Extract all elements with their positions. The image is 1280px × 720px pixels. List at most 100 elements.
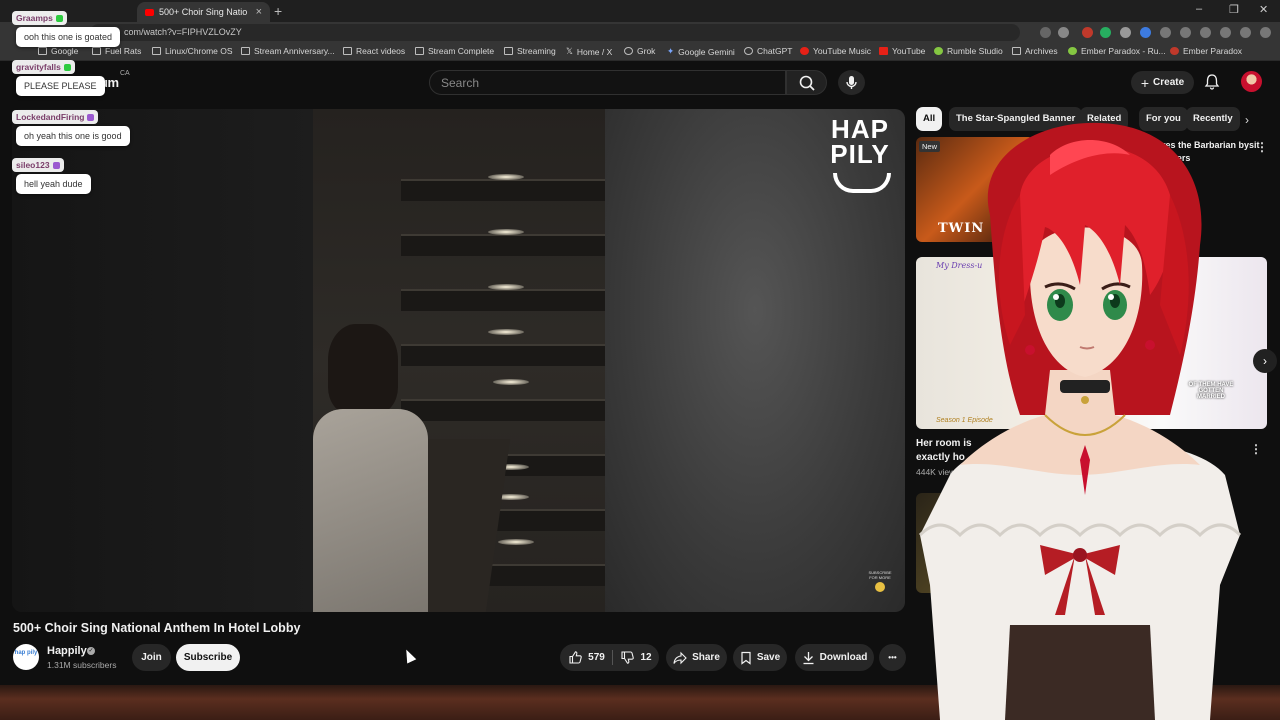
star-icon[interactable] bbox=[1058, 27, 1069, 38]
extension-icon[interactable] bbox=[1140, 27, 1151, 38]
notifications-button[interactable] bbox=[1203, 73, 1221, 96]
bookmark-linux[interactable]: Linux/Chrome OS bbox=[152, 46, 233, 56]
bookmark-streaming[interactable]: Streaming bbox=[504, 46, 556, 56]
x-icon: 𝕏 bbox=[566, 46, 573, 56]
bookmark-stream-anniversary[interactable]: Stream Anniversary... bbox=[241, 46, 335, 56]
bookmark-icon bbox=[741, 651, 751, 665]
thumbs-down-icon bbox=[621, 651, 635, 664]
youtube-icon bbox=[879, 47, 888, 55]
ceiling-light bbox=[493, 379, 529, 385]
save-button[interactable]: Save bbox=[733, 644, 787, 671]
bookmark-archives[interactable]: Archives bbox=[1012, 46, 1058, 56]
subscriber-count: 1.31M subscribers bbox=[47, 660, 117, 670]
gemini-icon: ✦ bbox=[667, 46, 675, 56]
balcony bbox=[401, 234, 605, 256]
share-button[interactable]: Share bbox=[666, 644, 727, 671]
youtube-music-icon bbox=[800, 47, 809, 55]
video-player[interactable]: HAP PILY SUBSCRIBE FOR MORE bbox=[12, 109, 905, 612]
channel-name[interactable]: Happily bbox=[47, 645, 87, 657]
video-title: 500+ Choir Sing National Anthem In Hotel… bbox=[13, 621, 301, 635]
minimize-button[interactable]: – bbox=[1196, 3, 1202, 15]
chat-message: hell yeah dude bbox=[16, 174, 91, 194]
delete-icon[interactable] bbox=[1180, 27, 1191, 38]
url-field[interactable]: com/watch?v=FIPHVZLOvZY bbox=[90, 24, 1020, 41]
balcony bbox=[401, 179, 605, 201]
voice-search-button[interactable] bbox=[838, 70, 865, 95]
bookmark-google[interactable]: Google bbox=[38, 46, 78, 56]
plus-icon: + bbox=[1140, 74, 1150, 91]
extension-icon[interactable] bbox=[1120, 27, 1131, 38]
profile-icon[interactable] bbox=[1240, 27, 1251, 38]
browser-tabstrip: 500+ Choir Sing Natio × + – ❐ ✕ bbox=[0, 0, 1280, 22]
tab-active[interactable]: 500+ Choir Sing Natio × bbox=[137, 2, 270, 22]
subscribe-button[interactable]: Subscribe bbox=[176, 644, 240, 671]
download-button[interactable]: Download bbox=[795, 644, 874, 671]
bell-icon bbox=[1204, 74, 1220, 90]
channel-avatar[interactable]: hap pily bbox=[13, 644, 39, 670]
folder-icon bbox=[38, 47, 47, 55]
cast-icon[interactable] bbox=[1040, 27, 1051, 38]
chat-message: PLEASE PLEASE bbox=[16, 76, 105, 96]
video-frame bbox=[313, 109, 605, 612]
folder-icon bbox=[343, 47, 352, 55]
youtube-masthead: um CA Search + Create bbox=[0, 61, 1280, 105]
folder-icon bbox=[152, 47, 161, 55]
extension-icon[interactable] bbox=[1100, 27, 1111, 38]
mouse-cursor-icon bbox=[401, 647, 417, 664]
microphone-icon bbox=[846, 76, 857, 89]
bookmark-ember-paradox[interactable]: Ember Paradox bbox=[1170, 46, 1242, 56]
chat-username: Graamps bbox=[12, 11, 67, 25]
chat-username: sileo123 bbox=[12, 158, 64, 172]
ember-paradox-icon bbox=[1170, 47, 1179, 55]
chat-message: ooh this one is goated bbox=[16, 27, 121, 47]
new-tab-button[interactable]: + bbox=[274, 3, 282, 19]
share-icon bbox=[673, 651, 687, 664]
balcony bbox=[401, 289, 605, 311]
search-button[interactable] bbox=[786, 70, 827, 95]
address-bar-row: com/watch?v=FIPHVZLOvZY bbox=[0, 22, 1280, 43]
tab-title: 500+ Choir Sing Natio bbox=[159, 7, 248, 17]
search-input[interactable]: Search bbox=[429, 70, 786, 95]
join-button[interactable]: Join bbox=[132, 644, 171, 671]
bookmark-home-x[interactable]: 𝕏 Home / X bbox=[566, 46, 612, 57]
bookmark-stream-complete[interactable]: Stream Complete bbox=[415, 46, 494, 56]
chat-badge-icon bbox=[52, 161, 60, 169]
extension-icon[interactable] bbox=[1082, 27, 1093, 38]
bookmark-fuel-rats[interactable]: Fuel Rats bbox=[92, 46, 141, 56]
reading-list-icon[interactable] bbox=[1220, 27, 1231, 38]
grok-icon bbox=[624, 47, 633, 55]
bookmark-youtube[interactable]: YouTube bbox=[879, 46, 925, 56]
chat-username: gravityfalls bbox=[12, 60, 75, 74]
like-button[interactable]: 579 bbox=[560, 644, 613, 671]
bookmark-grok[interactable]: Grok bbox=[624, 46, 655, 56]
verified-icon: ✓ bbox=[87, 647, 95, 655]
chatgpt-icon bbox=[744, 47, 753, 55]
folder-icon bbox=[241, 47, 250, 55]
bookmark-youtube-music[interactable]: YouTube Music bbox=[800, 46, 871, 56]
bookmark-ember-paradox-rumble[interactable]: Ember Paradox - Ru... bbox=[1068, 46, 1166, 56]
account-avatar[interactable] bbox=[1241, 71, 1262, 92]
video-blur-right: HAP PILY SUBSCRIBE FOR MORE bbox=[605, 109, 905, 612]
bookmark-react-videos[interactable]: React videos bbox=[343, 46, 405, 56]
chat-message: oh yeah this one is good bbox=[16, 126, 130, 146]
thumbs-up-icon bbox=[569, 651, 582, 664]
dislike-button[interactable]: 12 bbox=[613, 644, 659, 671]
menu-icon[interactable] bbox=[1260, 27, 1271, 38]
maximize-button[interactable]: ❐ bbox=[1229, 3, 1239, 16]
tab-close-icon[interactable]: × bbox=[256, 6, 262, 18]
ceiling-light bbox=[488, 174, 524, 180]
create-button[interactable]: + Create bbox=[1131, 71, 1194, 94]
like-count: 579 bbox=[588, 652, 605, 663]
bookmark-chatgpt[interactable]: ChatGPT bbox=[744, 46, 792, 56]
folder-icon bbox=[504, 47, 513, 55]
person-body bbox=[313, 409, 428, 612]
rumble-icon bbox=[934, 47, 943, 55]
folder-icon bbox=[415, 47, 424, 55]
close-window-button[interactable]: ✕ bbox=[1259, 3, 1268, 16]
volume-icon[interactable] bbox=[1160, 27, 1171, 38]
chat-username: LockedandFiring bbox=[12, 110, 99, 124]
extensions-puzzle-icon[interactable] bbox=[1200, 27, 1211, 38]
ceiling-light bbox=[488, 284, 524, 290]
bookmark-rumble[interactable]: Rumble Studio bbox=[934, 46, 1003, 56]
bookmark-gemini[interactable]: ✦ Google Gemini bbox=[667, 46, 735, 57]
